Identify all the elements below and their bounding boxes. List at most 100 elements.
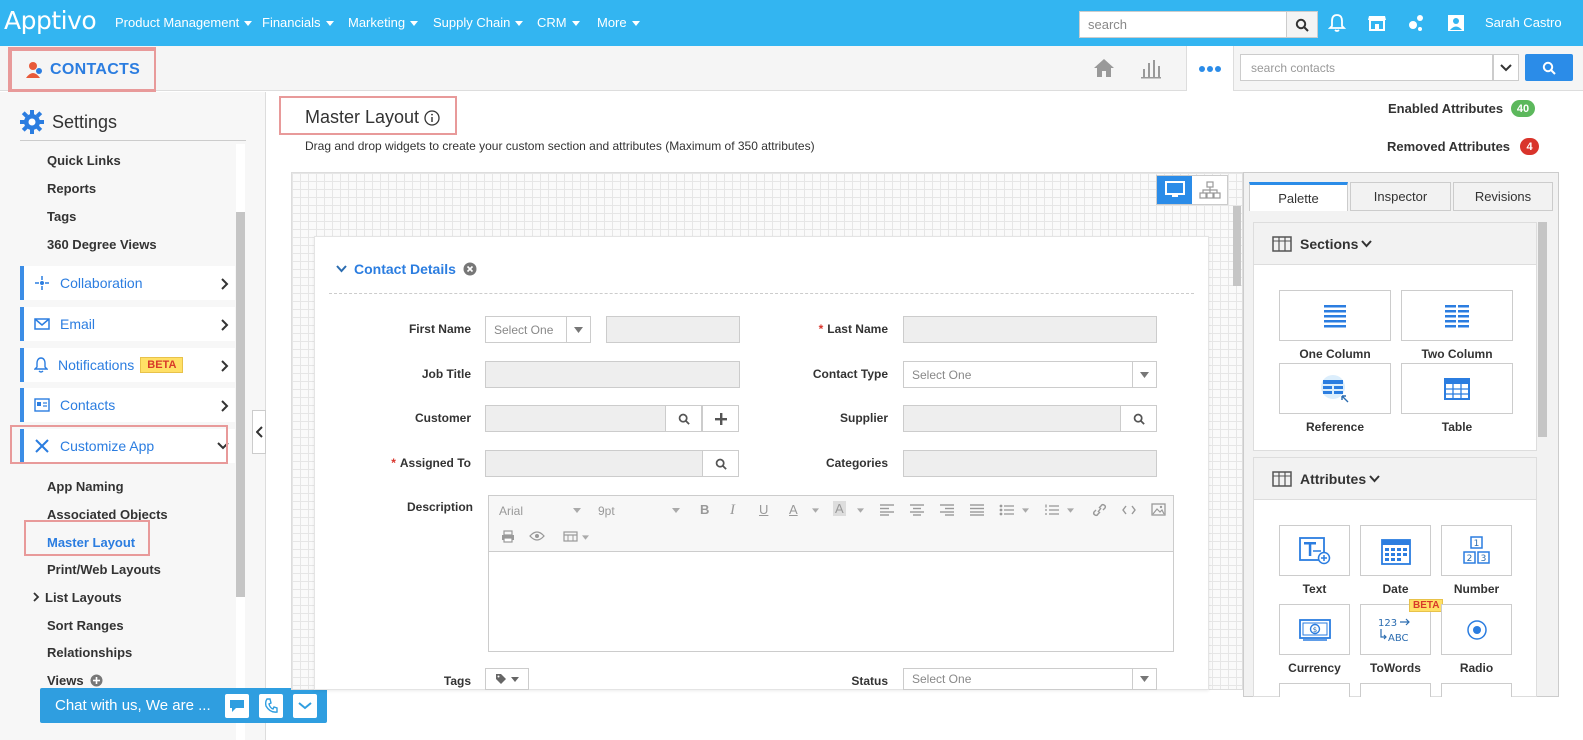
tile-date[interactable] bbox=[1360, 525, 1431, 576]
tile-number[interactable]: 123 bbox=[1441, 525, 1512, 576]
nav-more[interactable]: More bbox=[597, 15, 640, 30]
sidebar-link-relationships[interactable]: Relationships bbox=[47, 645, 132, 660]
tile-more-1[interactable] bbox=[1279, 683, 1350, 697]
home-icon[interactable] bbox=[1090, 55, 1118, 81]
caret-down-icon bbox=[511, 676, 519, 682]
desktop-view-button[interactable] bbox=[1157, 176, 1192, 204]
font-family-select[interactable]: Arial bbox=[499, 504, 523, 518]
sidebar-link-tags[interactable]: Tags bbox=[47, 209, 76, 224]
nav-product-management[interactable]: Product Management bbox=[115, 15, 253, 30]
collapse-sidebar-button[interactable] bbox=[252, 410, 266, 454]
sidebar-link-print-web-layouts[interactable]: Print/Web Layouts bbox=[47, 562, 161, 577]
chat-call-button[interactable] bbox=[259, 694, 283, 718]
page-title: Master Layout bbox=[305, 107, 420, 127]
sections-group-header[interactable]: Sections bbox=[1254, 223, 1536, 265]
tab-palette[interactable]: Palette bbox=[1249, 182, 1348, 211]
bell-icon[interactable] bbox=[1326, 12, 1348, 34]
text-color-icon[interactable]: A bbox=[789, 502, 798, 517]
removed-attributes-label[interactable]: Removed Attributes bbox=[1387, 139, 1510, 154]
apptivo-logo[interactable]: Apptivo bbox=[4, 6, 97, 35]
tile-text[interactable] bbox=[1279, 525, 1350, 576]
tile-more-2[interactable] bbox=[1360, 683, 1431, 697]
people-network-icon[interactable] bbox=[1405, 12, 1427, 34]
global-search-button[interactable] bbox=[1286, 11, 1318, 38]
assigned-to-search-button[interactable] bbox=[702, 450, 739, 477]
bold-icon[interactable]: B bbox=[700, 502, 709, 517]
caret-down-icon bbox=[1140, 676, 1149, 682]
status-label: Status bbox=[851, 674, 888, 688]
background-color-icon[interactable]: A bbox=[833, 501, 846, 516]
sidebar-scrollbar-thumb[interactable] bbox=[236, 212, 245, 597]
assigned-to-input[interactable] bbox=[485, 450, 703, 477]
attributes-group-header[interactable]: Attributes bbox=[1254, 458, 1536, 500]
underline-icon[interactable]: U bbox=[759, 502, 768, 517]
sidebar-link-views[interactable]: Views bbox=[47, 673, 103, 688]
sidebar-link-quick-links[interactable]: Quick Links bbox=[47, 153, 121, 168]
tile-more-3[interactable] bbox=[1441, 683, 1512, 697]
plus-icon bbox=[714, 412, 727, 425]
nav-supply-chain[interactable]: Supply Chain bbox=[433, 15, 524, 30]
tile-reference[interactable] bbox=[1279, 363, 1391, 414]
sidebar-group-notifications[interactable]: Notifications BETA bbox=[20, 348, 235, 382]
tile-currency[interactable]: $ bbox=[1279, 604, 1350, 655]
more-options-tab[interactable] bbox=[1186, 46, 1234, 91]
settings-sidebar: Settings Quick Links Reports Tags 360 De… bbox=[0, 92, 266, 740]
tile-radio[interactable] bbox=[1441, 604, 1512, 655]
section-header[interactable]: Contact Details bbox=[336, 261, 477, 277]
customer-search-button[interactable] bbox=[665, 405, 702, 432]
chevron-right-icon bbox=[221, 319, 229, 331]
tile-two-column[interactable] bbox=[1401, 290, 1513, 341]
categories-input[interactable] bbox=[903, 450, 1157, 477]
contacts-search-input[interactable] bbox=[1240, 54, 1493, 81]
chat-widget[interactable]: Chat with us, We are ... bbox=[40, 688, 327, 723]
sidebar-link-sort-ranges[interactable]: Sort Ranges bbox=[47, 618, 124, 633]
supplier-search-button[interactable] bbox=[1120, 405, 1157, 432]
hierarchy-view-button[interactable] bbox=[1192, 176, 1227, 204]
info-icon[interactable] bbox=[424, 110, 440, 129]
tab-revisions[interactable]: Revisions bbox=[1453, 182, 1553, 211]
chat-message-button[interactable] bbox=[225, 694, 249, 718]
sidebar-link-360-views[interactable]: 360 Degree Views bbox=[47, 237, 157, 252]
user-avatar-icon[interactable] bbox=[1445, 12, 1467, 34]
nav-financials[interactable]: Financials bbox=[262, 15, 334, 30]
job-title-input[interactable] bbox=[485, 361, 740, 388]
svg-text:ABC: ABC bbox=[1388, 633, 1409, 644]
description-rich-text-editor[interactable]: Arial 9pt B I U A A bbox=[488, 495, 1174, 652]
contact-type-select[interactable]: Select One bbox=[903, 361, 1157, 388]
status-select[interactable]: Select One bbox=[903, 668, 1157, 690]
global-search-input[interactable] bbox=[1079, 11, 1289, 38]
store-icon[interactable] bbox=[1366, 12, 1388, 34]
customer-input[interactable] bbox=[485, 405, 666, 432]
tile-one-column[interactable] bbox=[1279, 290, 1391, 341]
font-size-select[interactable]: 9pt bbox=[598, 504, 615, 518]
bar-chart-icon[interactable] bbox=[1137, 55, 1165, 81]
tile-table[interactable] bbox=[1401, 363, 1513, 414]
customer-add-button[interactable] bbox=[702, 405, 739, 432]
sidebar-group-email[interactable]: Email bbox=[20, 307, 235, 341]
collaboration-icon bbox=[35, 276, 49, 290]
user-name[interactable]: Sarah Castro bbox=[1485, 15, 1562, 30]
salutation-select[interactable]: Select One bbox=[485, 316, 591, 343]
number-to-words-icon: 123 ABC bbox=[1378, 618, 1410, 644]
sidebar-link-reports[interactable]: Reports bbox=[47, 181, 96, 196]
sidebar-link-list-layouts[interactable]: List Layouts bbox=[33, 590, 122, 605]
tags-dropdown-button[interactable] bbox=[485, 668, 529, 690]
calendar-icon bbox=[1380, 538, 1411, 565]
chat-minimize-button[interactable] bbox=[293, 694, 317, 718]
italic-icon[interactable]: I bbox=[730, 502, 735, 519]
nav-marketing[interactable]: Marketing bbox=[348, 15, 419, 30]
first-name-input[interactable] bbox=[606, 316, 740, 343]
sidebar-link-app-naming[interactable]: App Naming bbox=[47, 479, 124, 494]
sidebar-group-contacts[interactable]: Contacts bbox=[20, 388, 235, 422]
sidebar-group-collaboration[interactable]: Collaboration bbox=[20, 266, 235, 300]
contacts-search-button[interactable] bbox=[1525, 54, 1573, 81]
supplier-input[interactable] bbox=[903, 405, 1121, 432]
divider bbox=[20, 140, 246, 141]
search-filter-dropdown[interactable] bbox=[1493, 54, 1519, 81]
last-name-input[interactable] bbox=[903, 316, 1157, 343]
nav-crm[interactable]: CRM bbox=[537, 15, 580, 30]
tab-inspector[interactable]: Inspector bbox=[1350, 182, 1451, 211]
canvas-scrollbar-thumb[interactable] bbox=[1233, 206, 1241, 286]
palette-scrollbar-thumb[interactable] bbox=[1538, 222, 1547, 437]
enabled-attributes-label[interactable]: Enabled Attributes bbox=[1388, 101, 1503, 116]
